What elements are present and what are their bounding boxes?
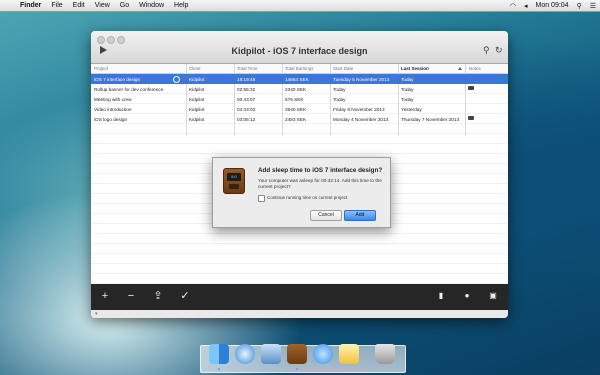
cell-total-earnings: 14664 SEK <box>285 77 309 82</box>
checkbox-label: Continue running time on current project <box>267 195 348 200</box>
messages-icon[interactable] <box>313 344 333 364</box>
dialog-message: Your computer was asleep for 00:32:14. A… <box>258 178 382 189</box>
menu-view[interactable]: View <box>95 2 110 9</box>
clock[interactable]: Mon 09:04 <box>535 2 568 9</box>
cell-project: Video introduction <box>94 107 132 112</box>
sleep-time-dialog: 8:0 Add sleep time to iOS 7 interface de… <box>212 157 391 228</box>
bottom-toolbar: + − ⇪ ✓ ▮ ● ▣ <box>91 284 508 310</box>
menu-finder[interactable]: Finder <box>20 2 41 9</box>
status-bar: ▾ <box>91 310 508 318</box>
cell-client: Kidpilot <box>189 107 205 112</box>
column-last-session[interactable]: Last Session <box>401 66 429 71</box>
cell-total-time: 02:55:32 <box>237 87 256 92</box>
app-icon-knob <box>229 184 239 189</box>
cell-client: Kidpilot <box>189 97 205 102</box>
cell-total-time: 03:06:12 <box>237 117 256 122</box>
status-area: ◠ ◂ Mon 09:04 ⚲ ☰ <box>502 0 596 11</box>
chevron-down-icon[interactable]: ▾ <box>95 311 98 317</box>
table-row[interactable]: iOS logo design Kidpilot 03:06:12 2483 S… <box>91 114 508 124</box>
cell-start-date: Friday 8 November 2013 <box>333 107 385 112</box>
cell-project: Meeting with crew <box>94 97 132 102</box>
dialog-title: Add sleep time to iOS 7 interface design… <box>258 167 383 174</box>
table-row[interactable]: iOS 7 interface design Kidpilot 18:19:48… <box>91 74 508 84</box>
cell-client: Kidpilot <box>189 87 205 92</box>
cell-start-date: Monday 4 November 2013 <box>333 117 389 122</box>
cell-last-session: Today <box>401 77 414 82</box>
clock-icon <box>173 76 180 83</box>
running-indicator <box>296 368 298 370</box>
table-header: Project Client Total Time Total Earnings… <box>91 64 508 74</box>
user-icon[interactable]: ● <box>461 290 473 302</box>
title-bar: Kidpilot - iOS 7 interface design ⚲ ↻ <box>91 31 508 64</box>
menu-go[interactable]: Go <box>120 2 129 9</box>
menu-help[interactable]: Help <box>174 2 188 9</box>
notes-icon[interactable] <box>339 344 359 364</box>
search-icon[interactable]: ⚲ <box>577 2 582 10</box>
add-project-button[interactable]: + <box>99 290 111 302</box>
table-row[interactable]: Meeting with crew Kidpilot 00:43:07 575 … <box>91 94 508 104</box>
cell-project: Rollup banner for dev conference <box>94 87 164 92</box>
cell-start-date: Today <box>333 87 346 92</box>
cell-project: iOS 7 interface design <box>94 77 141 82</box>
cell-start-date: Today <box>333 97 346 102</box>
add-button[interactable]: Add <box>344 210 376 221</box>
cell-total-time: 18:19:48 <box>237 77 256 82</box>
column-notes[interactable]: Notes <box>469 66 481 71</box>
kidpilot-app-icon: 8:0 <box>223 168 245 194</box>
cell-total-time: 04:33:02 <box>237 107 256 112</box>
continue-running-checkbox[interactable] <box>258 195 265 202</box>
column-total-time[interactable]: Total Time <box>237 66 258 71</box>
archive-icon[interactable]: ▣ <box>487 290 499 302</box>
window-title: Kidpilot - iOS 7 interface design <box>231 46 368 56</box>
menu-window[interactable]: Window <box>139 2 164 9</box>
table-row[interactable]: Rollup banner for dev conference Kidpilo… <box>91 84 508 94</box>
cell-start-date: Tuesday 5 November 2013 <box>333 77 390 82</box>
complete-button[interactable]: ✓ <box>179 290 191 302</box>
column-project[interactable]: Project <box>94 66 108 71</box>
sidebar-icon[interactable]: ▮ <box>435 290 447 302</box>
app-icon-screen: 8:0 <box>227 173 241 181</box>
share-button[interactable]: ⇪ <box>152 290 164 302</box>
wifi-icon[interactable]: ◠ <box>510 2 516 10</box>
cell-client: Kidpilot <box>189 77 205 82</box>
cell-last-session: Today <box>401 87 414 92</box>
cell-project: iOS logo design <box>94 117 128 122</box>
menu-bar: Finder File Edit View Go Window Help ◠ ◂… <box>0 0 600 12</box>
note-icon[interactable] <box>468 86 474 90</box>
refresh-icon[interactable]: ↻ <box>495 45 503 56</box>
finder-icon[interactable] <box>209 344 229 364</box>
cell-last-session: Today <box>401 97 414 102</box>
list-icon[interactable]: ☰ <box>590 2 596 10</box>
running-indicator <box>218 368 220 370</box>
column-start-date[interactable]: Start Date <box>333 66 353 71</box>
trash-icon[interactable] <box>375 344 395 364</box>
column-client[interactable]: Client <box>189 66 201 71</box>
cancel-button[interactable]: Cancel <box>310 210 342 221</box>
cell-client: Kidpilot <box>189 117 205 122</box>
menu-edit[interactable]: Edit <box>73 2 85 9</box>
zoom-button[interactable] <box>117 36 125 44</box>
cell-total-earnings: 575 SEK <box>285 97 304 102</box>
safari-icon[interactable] <box>235 344 255 364</box>
cell-total-earnings: 2483 SEK <box>285 117 307 122</box>
column-total-earnings[interactable]: Total Earnings <box>285 66 314 71</box>
note-icon[interactable] <box>468 116 474 120</box>
close-button[interactable] <box>97 36 105 44</box>
cell-last-session: Thursday 7 November 2013 <box>401 117 460 122</box>
kidpilot-icon[interactable] <box>287 344 307 364</box>
search-icon[interactable]: ⚲ <box>483 45 490 56</box>
cell-total-earnings: 3640 SEK <box>285 107 307 112</box>
volume-icon[interactable]: ◂ <box>524 2 528 10</box>
minimize-button[interactable] <box>107 36 115 44</box>
cell-total-earnings: 2340 SEK <box>285 87 307 92</box>
menu-file[interactable]: File <box>51 2 62 9</box>
cell-last-session: Yesterday <box>401 107 422 112</box>
cell-total-time: 00:43:07 <box>237 97 256 102</box>
dock <box>200 344 406 373</box>
remove-project-button[interactable]: − <box>125 290 137 302</box>
preview-icon[interactable] <box>261 344 281 364</box>
table-row[interactable]: Video introduction Kidpilot 04:33:02 364… <box>91 104 508 114</box>
sort-ascending-icon <box>458 67 462 70</box>
